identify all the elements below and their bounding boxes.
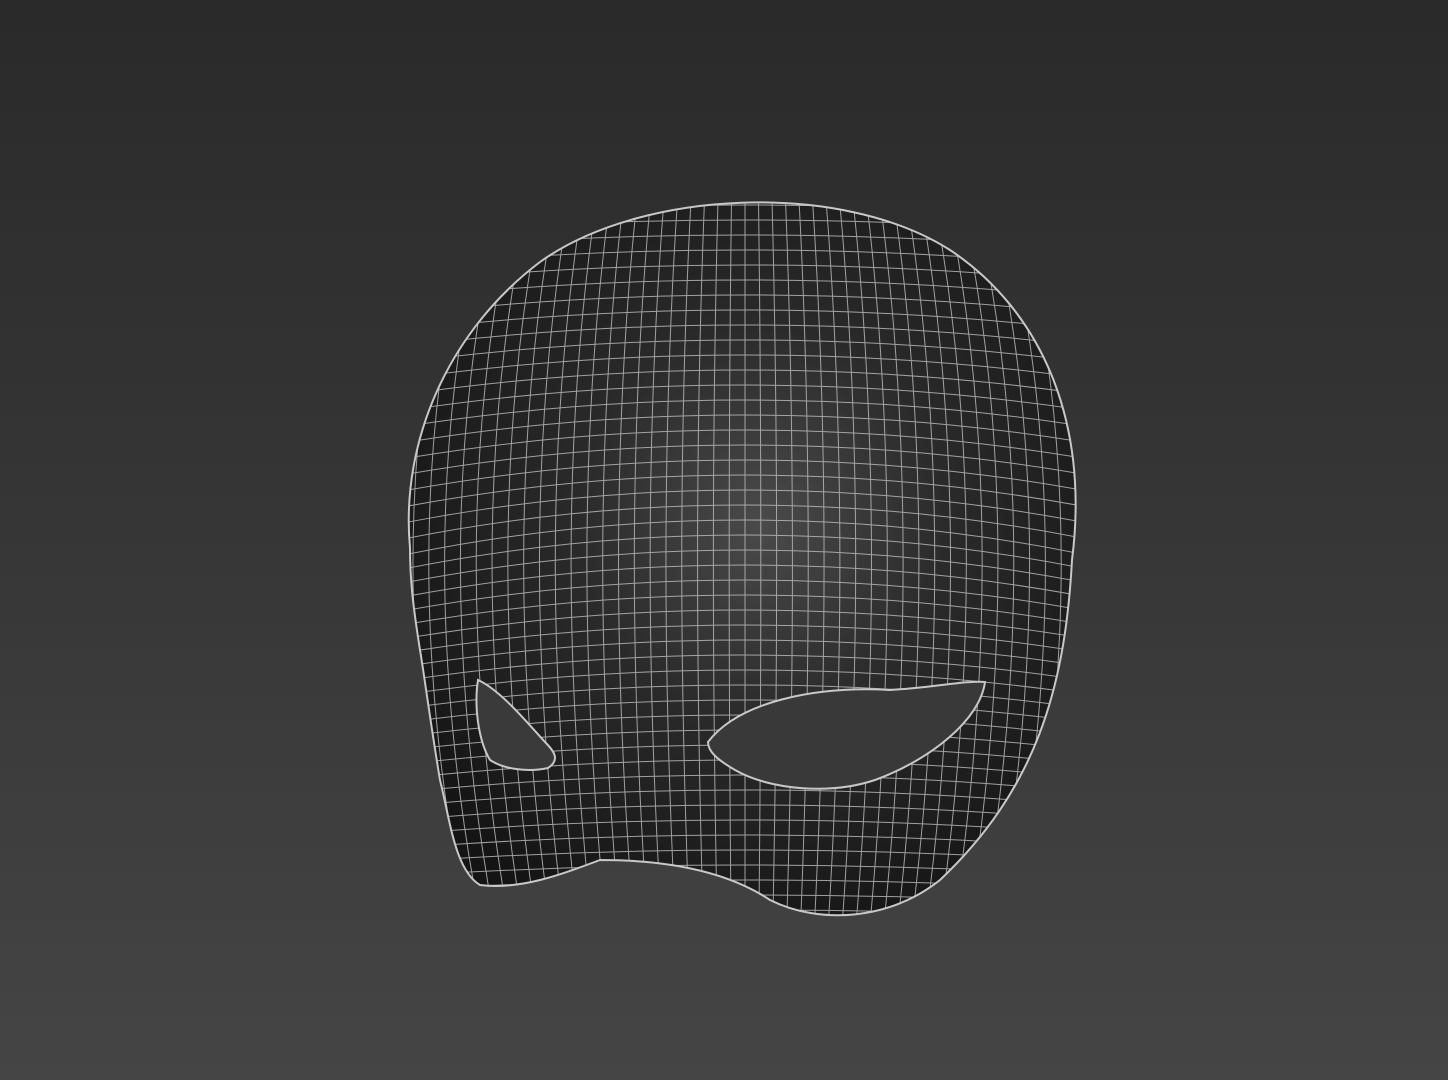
mask-surface [408, 202, 1076, 916]
mask-model[interactable] [0, 0, 1448, 1080]
3d-viewport[interactable] [0, 0, 1448, 1080]
wire-row [408, 202, 1076, 205]
wire-row [408, 894, 1076, 906]
wire-row [408, 909, 1076, 916]
